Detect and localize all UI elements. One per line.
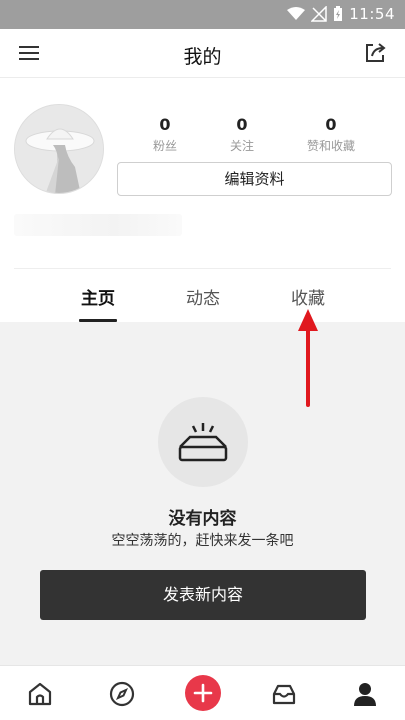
blurred-bio <box>14 214 182 236</box>
nav-home[interactable] <box>24 678 56 710</box>
followers-count: 0 <box>159 115 171 134</box>
no-signal-icon <box>311 6 328 22</box>
empty-title: 没有内容 <box>168 509 237 529</box>
status-icons: 11:54 <box>287 4 395 24</box>
profile-tabs: 主页 动态 收藏 <box>0 270 405 322</box>
likes-label: 赞和收藏 <box>306 139 355 153</box>
post-new-content-button[interactable]: 发表新内容 <box>40 570 366 620</box>
home-icon <box>28 682 52 706</box>
avatar[interactable] <box>14 104 104 194</box>
stat-followers[interactable]: 0 粉丝 <box>125 116 205 154</box>
empty-tray-icon <box>178 423 228 462</box>
user-icon <box>354 683 376 706</box>
stat-following[interactable]: 0 关注 <box>202 116 282 154</box>
wifi-icon <box>287 7 306 20</box>
likes-count: 0 <box>325 115 337 134</box>
page-title: 我的 <box>183 46 222 68</box>
avatar-image <box>15 105 103 193</box>
bottom-nav <box>0 665 405 720</box>
nav-profile[interactable] <box>349 678 381 710</box>
compass-icon <box>109 681 135 707</box>
share-icon[interactable] <box>363 41 387 65</box>
plus-icon <box>193 683 213 703</box>
empty-subtitle: 空空荡荡的，赶快来发一条吧 <box>111 533 294 549</box>
tab-activity[interactable]: 动态 <box>163 284 243 309</box>
followers-label: 粉丝 <box>152 139 177 153</box>
following-label: 关注 <box>229 139 254 153</box>
following-count: 0 <box>236 115 248 134</box>
nav-publish[interactable] <box>185 675 221 711</box>
status-time: 11:54 <box>349 5 395 23</box>
tab-home[interactable]: 主页 <box>58 284 138 309</box>
empty-box-icon <box>158 397 248 487</box>
profile-divider <box>14 268 391 269</box>
battery-icon <box>334 6 343 21</box>
empty-state: 没有内容 空空荡荡的，赶快来发一条吧 发表新内容 <box>0 322 405 665</box>
edit-profile-button[interactable]: 编辑资料 <box>117 162 392 196</box>
stat-likes[interactable]: 0 赞和收藏 <box>291 116 371 154</box>
nav-discover[interactable] <box>106 678 138 710</box>
top-header: 我的 <box>0 29 405 78</box>
inbox-icon <box>272 684 296 705</box>
status-bar: 11:54 <box>0 0 405 29</box>
stats-row: 0 粉丝 0 关注 0 赞和收藏 <box>118 116 392 156</box>
nav-messages[interactable] <box>268 678 300 710</box>
